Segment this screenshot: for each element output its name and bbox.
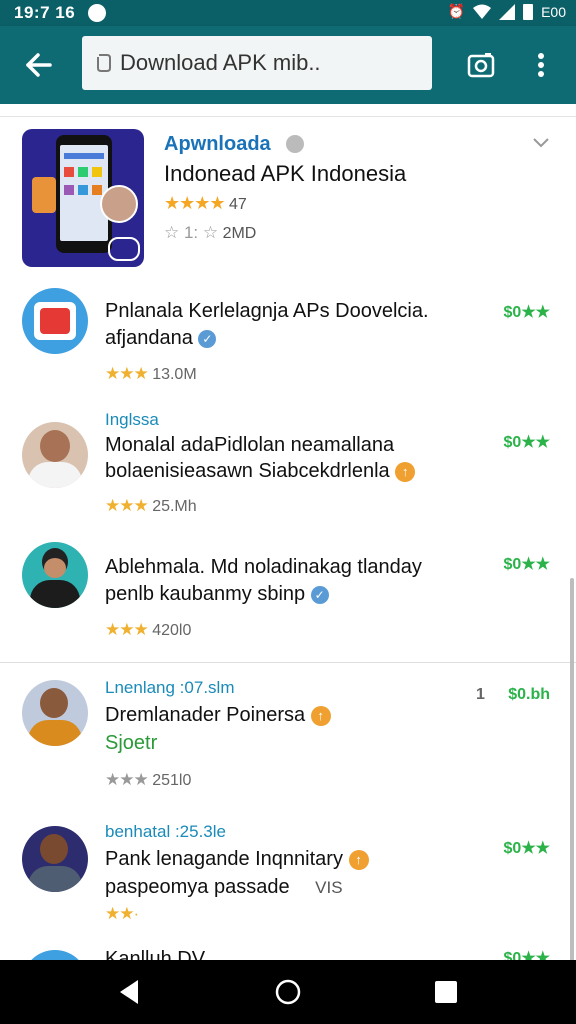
list-item[interactable]: Lnenlang :07.slm Dremlanader Poinersa ↑ … [0, 666, 576, 806]
item-price: $0★★ [503, 840, 550, 857]
scrollbar[interactable] [570, 578, 574, 960]
nav-home-icon[interactable] [274, 978, 302, 1006]
status-bar: 19:7 16 ⏰ E00 [0, 0, 576, 26]
list-item[interactable]: Kanlluh DV ... $0★★ [0, 944, 576, 960]
item-subtitle: penlb kaubanmy sbinp ✓ [105, 583, 329, 606]
logo-badge [108, 237, 140, 261]
featured-app-card[interactable]: Apwnloada Indonead APK Indonesia ★★★★ 47… [0, 116, 576, 277]
wifi-icon [473, 4, 492, 19]
app-bar [0, 26, 576, 104]
badge-icon: ↑ [395, 461, 416, 482]
item-tag: Lnenlang :07.slm [105, 678, 235, 697]
signal-icon [499, 3, 516, 20]
battery-text: E00 [541, 3, 566, 20]
navigation-bar [0, 960, 576, 1024]
featured-rating: ★★★★ 47 [164, 193, 247, 214]
item-title: Pank lenagande Inqnnitary ↑ [105, 848, 369, 871]
camera-icon [467, 53, 495, 78]
avatar [22, 950, 88, 960]
hand-illustration [32, 177, 56, 213]
verified-icon: ✓ [198, 329, 217, 348]
badge-icon: ↑ [348, 849, 369, 870]
search-icon [97, 54, 111, 72]
notification-icon [88, 4, 106, 22]
search-input[interactable] [118, 49, 422, 77]
item-tag: benhatal :25.3le [105, 822, 226, 841]
rating-stars: ★★★★ [164, 193, 226, 213]
camera-button[interactable] [462, 46, 500, 84]
verified-icon [286, 135, 304, 153]
item-title: Pnlanala Kerlelagnja APs Doovelcia. [105, 300, 429, 322]
avatar [22, 826, 88, 892]
item-title: Kanlluh DV ... [105, 948, 228, 960]
nav-recent-apps-icon[interactable] [434, 980, 458, 1004]
battery-icon [523, 3, 534, 20]
avatar [22, 422, 88, 488]
item-subtitle: bolaenisieasawn Siabcekdrlenla ↑ [105, 460, 416, 483]
size-value: 2MD [222, 225, 257, 242]
item-size: 13.0M [152, 366, 197, 383]
nav-back-icon[interactable] [116, 978, 144, 1006]
featured-title: Apwnloada [164, 133, 271, 155]
item-rating: ★★★ 25.Mh [105, 496, 197, 516]
item-price: $0★★ [503, 434, 550, 451]
more-vert-icon [538, 53, 544, 77]
more-options-button[interactable] [526, 46, 556, 84]
avatar [22, 542, 88, 608]
featured-size: ☆ 1: ☆ 2MD [164, 223, 256, 243]
status-icons: ⏰ E00 [448, 3, 566, 20]
list-item[interactable]: benhatal :25.3le Pank lenagande Inqnnita… [0, 814, 576, 944]
back-arrow-icon [26, 53, 52, 77]
avatar [22, 680, 88, 746]
person-illustration [100, 185, 138, 223]
back-button[interactable] [20, 46, 58, 84]
rating-stars: ★★★ [105, 770, 149, 789]
item-title: Dremlanader Poinersa ↑ [105, 704, 331, 727]
item-size: 25.Mh [152, 498, 197, 515]
item-subtitle: afjandana ✓ [105, 327, 217, 350]
item-count: 1 [476, 686, 485, 703]
rating-stars: ★★★ [105, 496, 149, 515]
chevron-down-icon[interactable] [532, 133, 556, 157]
verified-icon: ✓ [310, 585, 329, 604]
rating-value: 47 [229, 196, 247, 213]
item-title: Ablehmala. Md noladinakag tlanday [105, 556, 422, 578]
item-rating: ★★★ 13.0M [105, 364, 197, 384]
app-icon [22, 288, 88, 354]
item-tag: Inglssa [105, 410, 159, 429]
alarm-icon: ⏰ [447, 3, 466, 19]
item-price: $0★★ [503, 950, 550, 960]
app-list: Apwnloada Indonead APK Indonesia ★★★★ 47… [0, 104, 576, 960]
search-box[interactable] [82, 36, 432, 90]
rating-stars: ★★★ [105, 364, 149, 383]
status-time: 19:7 16 [14, 3, 76, 22]
item-price: $0.bh [508, 686, 550, 703]
item-subtitle: paspeomya passade VIS [105, 876, 343, 898]
item-size: 251l0 [152, 772, 192, 789]
divider [0, 662, 576, 663]
item-title: Monalal adaPidlolan neamallana [105, 434, 395, 456]
rating-stars: ★★★ [105, 620, 149, 639]
badge-icon: ↑ [310, 705, 331, 726]
featured-subtitle: Indonead APK Indonesia [164, 161, 407, 186]
list-item[interactable]: Inglssa Monalal adaPidlolan neamallana b… [0, 402, 576, 526]
item-rating: ★★★ 420l0 [105, 620, 191, 640]
item-rating: ★★· [105, 904, 139, 924]
rating-stars: ★★· [105, 904, 139, 923]
item-subtitle: Sjoetr [105, 732, 158, 754]
item-price: $0★★ [503, 556, 550, 573]
item-rating: ★★★ 251l0 [105, 770, 191, 790]
item-size: 420l0 [152, 622, 192, 639]
list-item[interactable]: Ablehmala. Md noladinakag tlanday penlb … [0, 534, 576, 658]
size-stars: ☆ 1: ☆ [164, 223, 219, 242]
list-item[interactable]: Pnlanala Kerlelagnja APs Doovelcia. afja… [0, 276, 576, 396]
item-price: $0★★ [503, 304, 550, 321]
featured-app-image [22, 129, 144, 267]
